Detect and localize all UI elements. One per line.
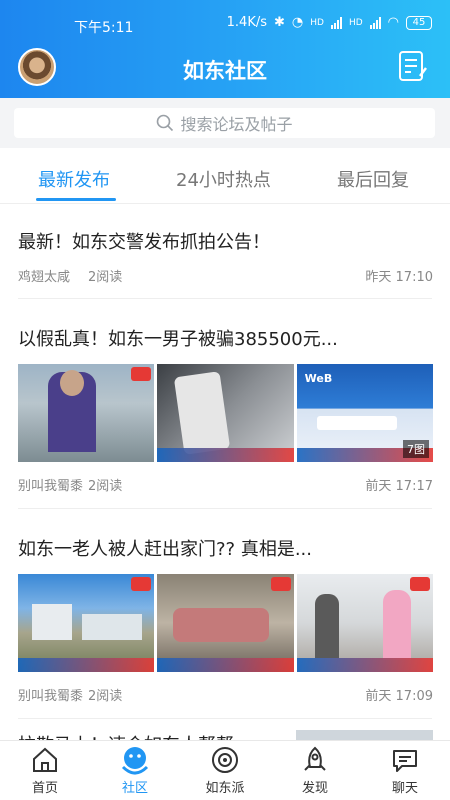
post-image[interactable] <box>18 364 155 462</box>
tv-logo-icon <box>409 577 430 591</box>
post-author: 鸡翅太咸 <box>18 270 71 285</box>
bluetooth-icon: ✱ <box>274 15 285 30</box>
tab-last-reply[interactable]: 最后回复 <box>337 166 409 192</box>
active-tab-indicator <box>36 198 116 201</box>
tab-latest[interactable]: 最新发布 <box>38 166 110 192</box>
search-bar-container: 搜索论坛及帖子 <box>0 98 450 148</box>
post-time: 前天 17:09 <box>365 689 433 704</box>
nav-chat[interactable]: 聊天 <box>360 745 450 796</box>
divider <box>18 718 432 719</box>
tab-24h-hot[interactable]: 24小时热点 <box>176 166 271 192</box>
bottom-navigation: 首页 社区 如东派 发现 聊天 <box>0 740 450 800</box>
post-author: 别叫我蜀黍 <box>18 689 84 704</box>
post-item[interactable]: 以假乱真！如东一男子被骗385500元... <box>18 325 433 351</box>
home-icon <box>33 747 57 772</box>
nav-community-label: 社区 <box>121 781 148 796</box>
post-image-grid <box>18 574 433 672</box>
search-placeholder: 搜索论坛及帖子 <box>180 115 293 134</box>
status-bar: 下午5:11 1.4K/s ✱ ◔ HD HD ◠ 45 <box>0 0 450 40</box>
post-image[interactable] <box>18 574 155 672</box>
news-caption-band <box>157 448 294 462</box>
post-image[interactable] <box>157 364 294 462</box>
search-input[interactable]: 搜索论坛及帖子 <box>14 108 435 138</box>
wifi-icon: ◠ <box>387 15 399 30</box>
battery-icon: 45 <box>406 15 432 30</box>
post-title[interactable]: 以假乱真！如东一男子被骗385500元... <box>18 325 433 351</box>
rudongpai-icon <box>212 747 238 773</box>
signal-label-1: HD <box>310 17 324 28</box>
post-image[interactable] <box>157 574 294 672</box>
rocket-icon <box>304 746 326 771</box>
nav-home[interactable]: 首页 <box>0 745 90 796</box>
community-icon <box>121 747 149 775</box>
signal-label-2: HD <box>348 17 363 28</box>
tv-logo-icon <box>131 577 152 591</box>
post-reads: 2阅读 <box>88 479 123 494</box>
post-title[interactable]: 如东一老人被人赶出家门?? 真相是... <box>18 535 433 561</box>
nav-rudongpai[interactable]: 如东派 <box>180 745 270 796</box>
compose-icon <box>399 51 427 81</box>
post-time: 昨天 17:10 <box>365 270 433 285</box>
news-caption-band <box>296 658 433 672</box>
image-count-badge: 7图 <box>402 440 429 458</box>
post-time: 前天 17:17 <box>365 479 433 494</box>
alarm-icon: ◔ <box>291 15 304 30</box>
nav-rudongpai-label: 如东派 <box>205 781 245 796</box>
compose-post-button[interactable] <box>398 50 428 84</box>
post-item[interactable]: 最新！如东交警发布抓拍公告！ 鸡翅太咸 2阅读 昨天 17:10 <box>18 228 433 285</box>
nav-home-label: 首页 <box>31 781 58 796</box>
nav-community[interactable]: 社区 <box>90 745 180 796</box>
nav-chat-label: 聊天 <box>391 781 418 796</box>
battery-level: 45 <box>412 17 426 28</box>
news-caption-band <box>157 658 294 672</box>
signal-icon <box>330 16 342 29</box>
nav-discover-label: 发现 <box>301 781 328 796</box>
post-reads: 2阅读 <box>88 689 123 704</box>
post-image[interactable]: WeB 7图 <box>296 364 433 462</box>
page-title: 如东社区 <box>183 59 267 83</box>
nav-discover[interactable]: 发现 <box>270 745 360 796</box>
news-caption-band <box>18 658 155 672</box>
post-title[interactable]: 最新！如东交警发布抓拍公告！ <box>18 228 433 254</box>
tv-logo-icon <box>131 367 152 381</box>
post-author: 别叫我蜀黍 <box>18 479 84 494</box>
app-header: 下午5:11 1.4K/s ✱ ◔ HD HD ◠ 45 如东社区 <box>0 0 450 98</box>
search-icon <box>157 114 174 132</box>
network-speed: 1.4K/s <box>226 15 267 30</box>
feed-tabs: 最新发布 24小时热点 最后回复 <box>0 148 450 204</box>
chat-icon <box>393 750 417 772</box>
status-time: 下午5:11 <box>74 20 134 36</box>
signal-icon-2 <box>369 16 381 29</box>
post-item[interactable]: 如东一老人被人赶出家门?? 真相是... <box>18 535 433 561</box>
post-reads: 2阅读 <box>88 270 123 285</box>
post-image[interactable] <box>296 574 433 672</box>
post-image[interactable] <box>296 730 433 740</box>
post-image-grid: WeB 7图 <box>18 364 433 462</box>
divider <box>18 508 432 509</box>
status-icons: 1.4K/s ✱ ◔ HD HD ◠ 45 <box>227 15 432 30</box>
divider <box>18 298 432 299</box>
tv-logo-icon <box>270 577 291 591</box>
